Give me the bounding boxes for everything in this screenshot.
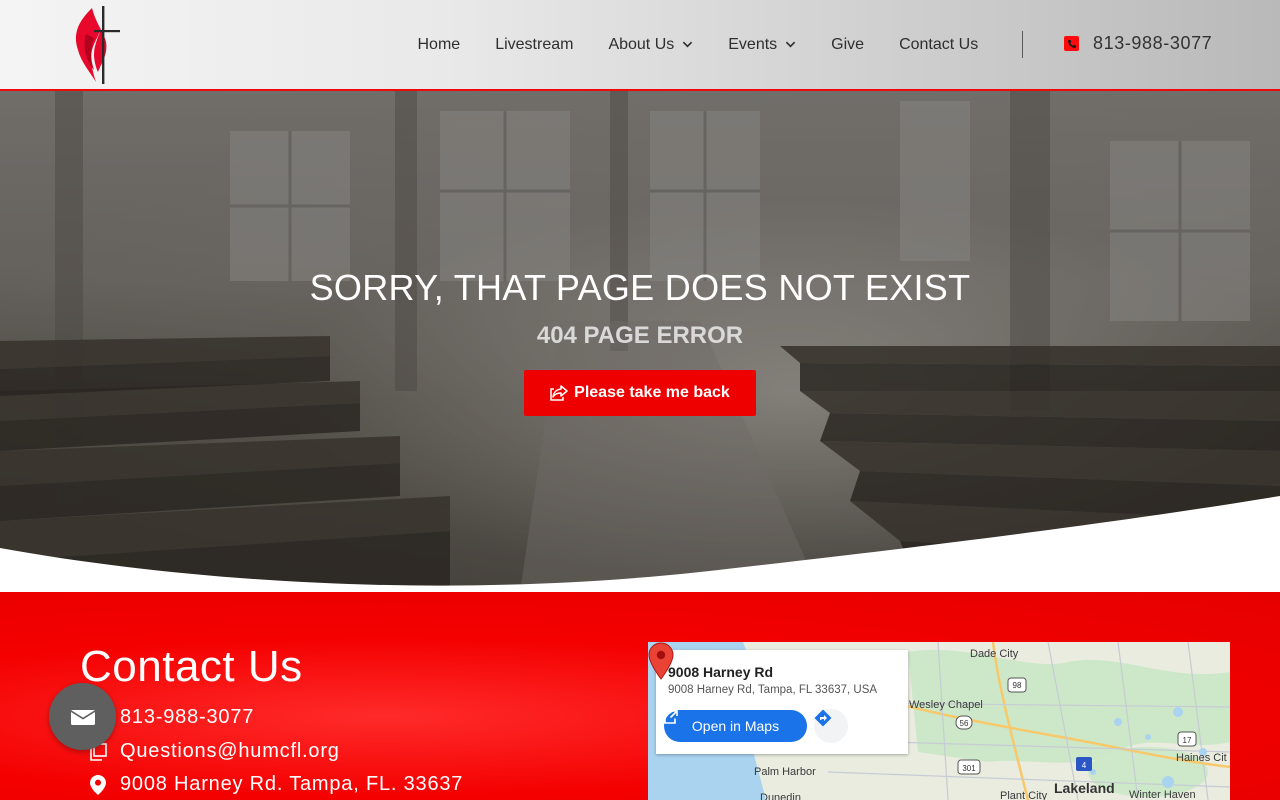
directions-icon (814, 709, 832, 727)
contact-title: Contact Us (80, 642, 303, 691)
chevron-down-icon (785, 41, 796, 48)
phone-icon (1064, 36, 1079, 51)
map-place-dade-city: Dade City (970, 648, 1019, 660)
route-17-label: 17 (1183, 736, 1192, 745)
map-marker-icon[interactable] (648, 642, 674, 680)
wave-divider (0, 496, 1280, 592)
chevron-down-icon (683, 41, 693, 48)
site-header: Home Livestream About Us Events Give Con… (0, 0, 1280, 91)
nav-events-label: Events (728, 35, 778, 53)
contact-address[interactable]: 9008 Harney Rd. Tampa, FL. 33637 (88, 773, 463, 796)
map-info-card: 9008 Harney Rd 9008 Harney Rd, Tampa, FL… (656, 650, 908, 754)
contact-address-text: 9008 Harney Rd. Tampa, FL. 33637 (120, 773, 464, 795)
map-card-address: 9008 Harney Rd, Tampa, FL 33637, USA (668, 684, 878, 696)
contact-phone-text: 813-988-3077 (120, 706, 255, 728)
map-place-winter-haven: Winter Haven (1129, 789, 1196, 800)
contact-email-text: Questions@humcfl.org (120, 740, 340, 762)
open-in-maps-label: Open in Maps (691, 718, 780, 734)
error-title: SORRY, THAT PAGE DOES NOT EXIST (309, 267, 971, 308)
error-subtitle: 404 PAGE ERROR (536, 322, 744, 349)
church-logo[interactable] (72, 4, 124, 84)
route-4-label: 4 (1082, 761, 1087, 770)
nav-livestream-label: Livestream (495, 35, 574, 53)
nav-about-us-label: About Us (608, 35, 675, 53)
open-in-maps-button[interactable]: Open in Maps (664, 710, 807, 742)
contact-email[interactable]: Questions@humcfl.org (88, 740, 340, 763)
nav-events[interactable]: Events (711, 36, 814, 54)
map-place-plant-city: Plant City (1000, 790, 1048, 800)
nav-give-label: Give (831, 35, 865, 53)
nav-give[interactable]: Give (814, 36, 882, 54)
take-me-back-button[interactable]: Please take me back (524, 370, 756, 416)
nav-divider (1022, 31, 1023, 58)
map-place-palm-harbor: Palm Harbor (754, 766, 816, 778)
nav-contact-us-label: Contact Us (899, 35, 979, 53)
external-share-icon (550, 385, 568, 401)
nav-livestream[interactable]: Livestream (478, 36, 591, 54)
header-phone-number: 813-988-3077 (1093, 33, 1213, 53)
map-place-wesley-chapel: Wesley Chapel (909, 699, 983, 711)
map-place-haines-city: Haines Cit (1176, 752, 1227, 764)
nav-about-us[interactable]: About Us (591, 36, 711, 54)
route-98-label: 98 (1013, 681, 1022, 690)
map-place-dunedin: Dunedin (760, 792, 801, 800)
header-phone-link[interactable]: 813-988-3077 (1064, 33, 1212, 54)
open-external-icon (664, 710, 678, 724)
nav-contact-us[interactable]: Contact Us (882, 36, 996, 54)
route-56-label: 56 (960, 719, 969, 728)
location-pin-icon (88, 774, 108, 795)
route-301-label: 301 (962, 764, 976, 773)
google-map[interactable]: 98 56 301 17 4 Dade City Wesley Chapel P… (648, 642, 1230, 800)
take-me-back-label: Please take me back (574, 384, 730, 401)
hero-banner: SORRY, THAT PAGE DOES NOT EXIST 404 PAGE… (0, 91, 1280, 592)
directions-button[interactable] (814, 709, 848, 743)
map-card-title: 9008 Harney Rd (668, 664, 774, 680)
envelope-icon (70, 709, 95, 725)
nav-home-label: Home (417, 35, 461, 53)
map-place-lakeland: Lakeland (1054, 780, 1115, 796)
floating-email-button[interactable] (49, 683, 116, 750)
main-nav: Home Livestream About Us Events Give Con… (400, 0, 996, 89)
nav-home[interactable]: Home (400, 36, 478, 54)
